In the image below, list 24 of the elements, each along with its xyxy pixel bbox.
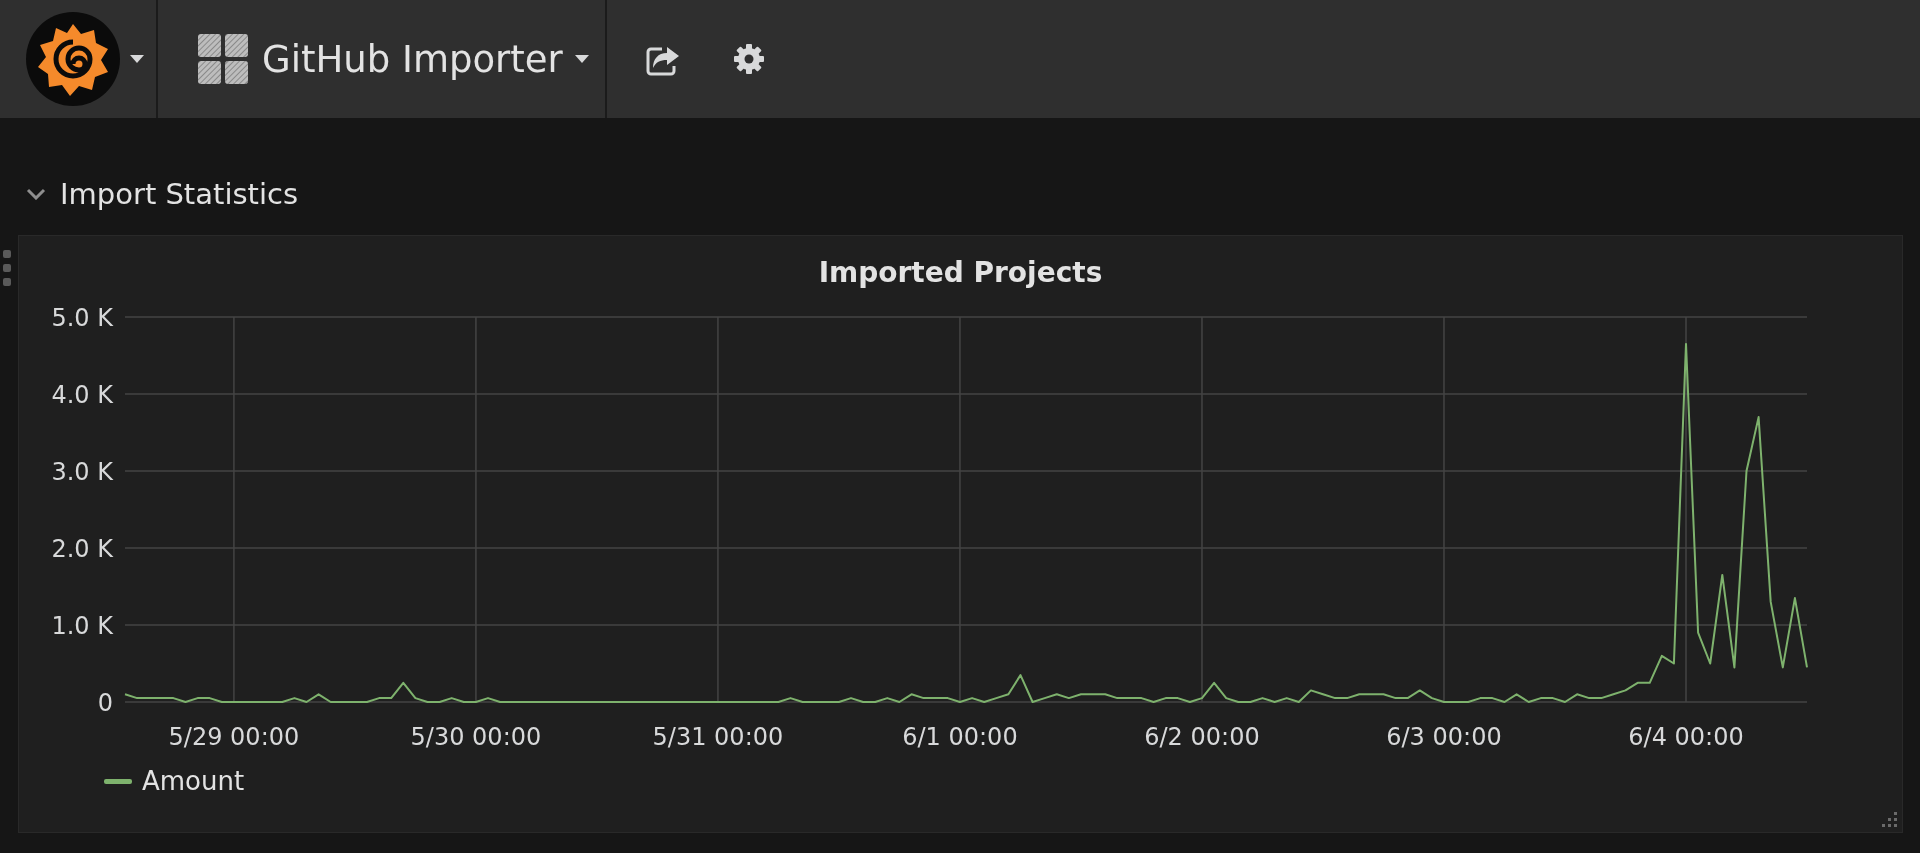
resize-handle-icon[interactable] (1882, 812, 1898, 828)
chevron-icon[interactable] (26, 188, 46, 200)
legend-label[interactable]: Amount (142, 766, 245, 796)
drag-handle-icon[interactable] (3, 250, 11, 286)
y-axis-label: 5.0 K (51, 304, 113, 332)
x-axis-label: 6/4 00:00 (1628, 723, 1744, 751)
caret-icon (574, 55, 589, 63)
y-axis-label: 2.0 K (51, 535, 113, 563)
x-axis-label: 6/3 00:00 (1386, 723, 1502, 751)
dashboard-title-dropdown[interactable]: GitHub Importer (262, 37, 589, 81)
y-axis-label: 3.0 K (51, 458, 113, 486)
x-axis-label: 5/31 00:00 (652, 723, 784, 751)
x-axis-label: 5/29 00:00 (168, 723, 300, 751)
y-axis-label: 0 (97, 689, 113, 717)
x-axis-label: 5/30 00:00 (410, 723, 542, 751)
row-title[interactable]: Import Statistics (60, 177, 299, 211)
y-axis-label: 1.0 K (51, 612, 113, 640)
logo-icon[interactable] (26, 12, 120, 106)
y-axis-label: 4.0 K (51, 381, 113, 409)
panel-title: Imported Projects (817, 256, 1104, 291)
x-axis-label: 6/1 00:00 (902, 723, 1018, 751)
x-axis-label: 6/2 00:00 (1144, 723, 1260, 751)
caret-icon[interactable] (130, 55, 144, 63)
grid-icon (198, 34, 248, 84)
